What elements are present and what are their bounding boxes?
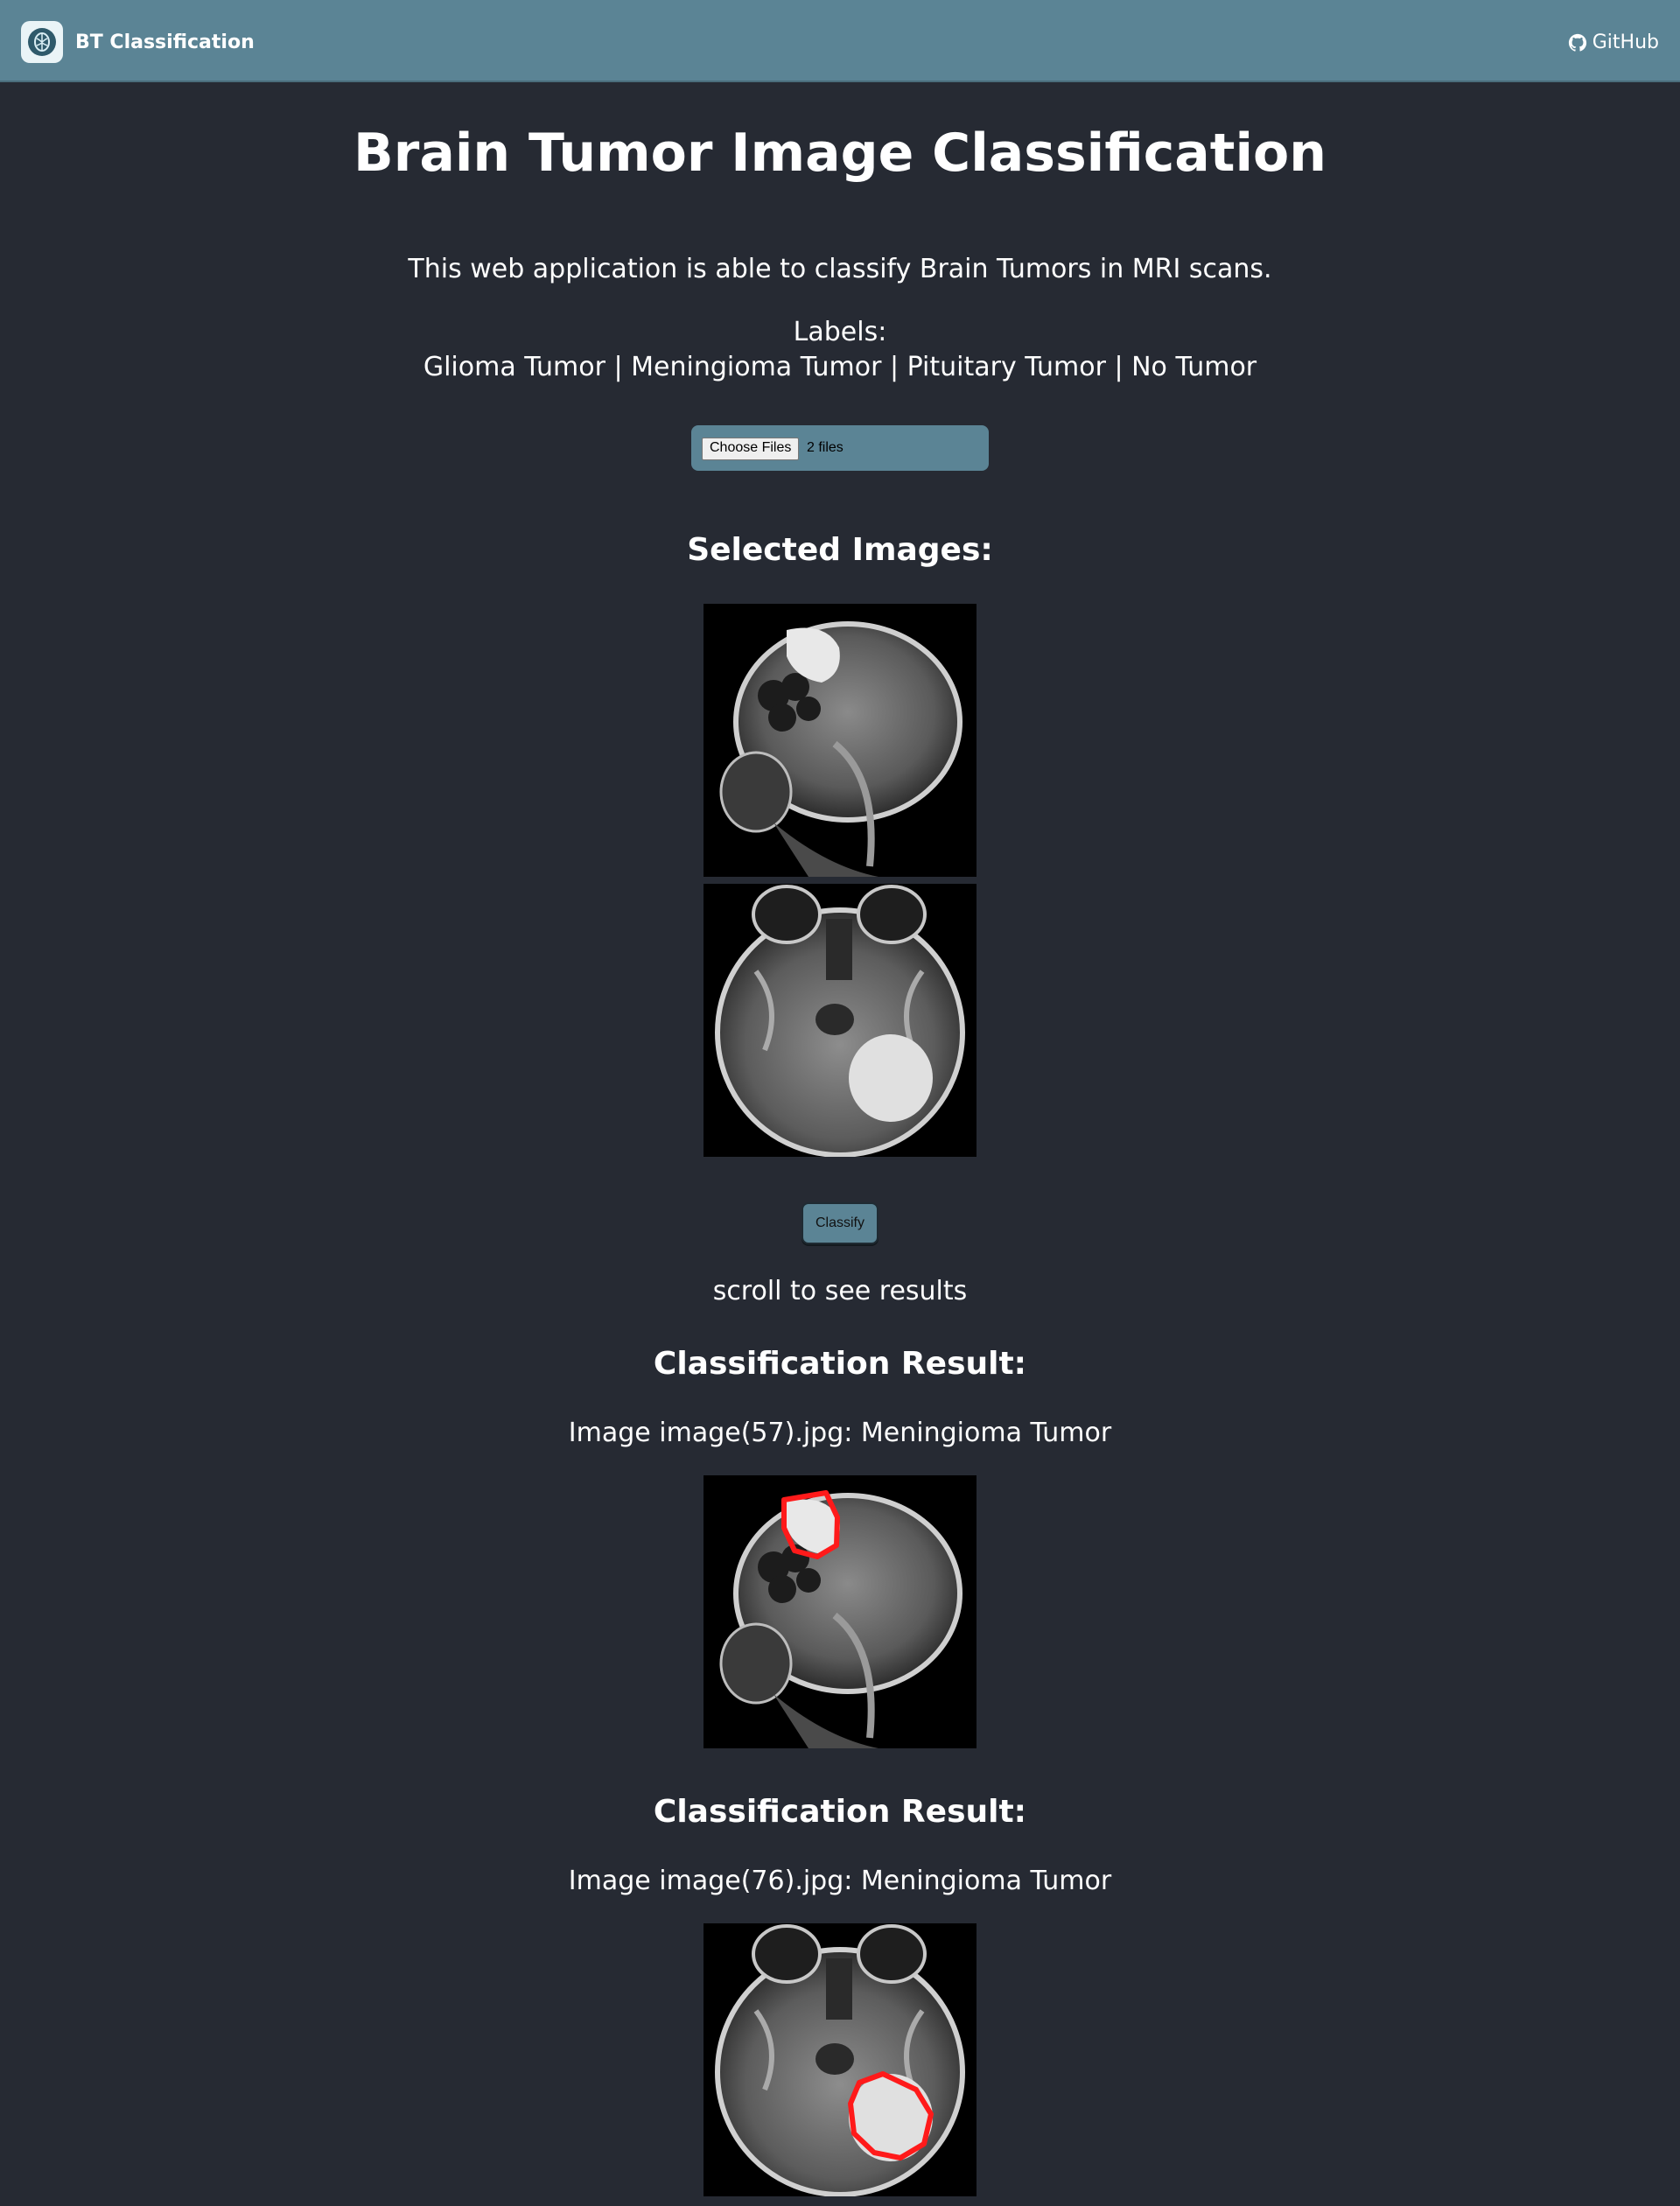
page-title: Brain Tumor Image Classification	[354, 123, 1326, 184]
result-image-2	[704, 1923, 976, 2196]
result-text: Image image(76).jpg: Meningioma Tumor	[568, 1866, 1112, 1896]
result-text: Image image(57).jpg: Meningioma Tumor	[568, 1418, 1112, 1448]
brand-link[interactable]: BT Classification	[21, 21, 255, 63]
selected-image-1	[704, 604, 976, 877]
result-image-1	[704, 1475, 976, 1748]
description: This web application is able to classify…	[408, 254, 1272, 284]
brand-title: BT Classification	[75, 31, 255, 53]
labels-list: Glioma Tumor | Meningioma Tumor | Pituit…	[423, 352, 1257, 382]
file-status: 2 files	[807, 440, 844, 455]
result-heading: Classification Result:	[653, 1346, 1027, 1382]
result-heading: Classification Result:	[653, 1794, 1027, 1830]
file-input[interactable]: Choose Files 2 files	[691, 425, 989, 471]
github-label: GitHub	[1592, 32, 1659, 53]
scroll-hint: scroll to see results	[712, 1276, 968, 1306]
github-link[interactable]: GitHub	[1568, 32, 1659, 53]
classify-button[interactable]: Classify	[802, 1202, 878, 1244]
navbar: BT Classification GitHub	[0, 0, 1680, 82]
labels-heading: Labels:	[793, 317, 887, 347]
choose-files-button[interactable]: Choose Files	[702, 438, 800, 460]
brain-icon	[21, 21, 63, 63]
selected-image-2	[704, 884, 976, 1157]
selected-images-heading: Selected Images:	[687, 532, 993, 568]
github-icon	[1568, 33, 1586, 52]
